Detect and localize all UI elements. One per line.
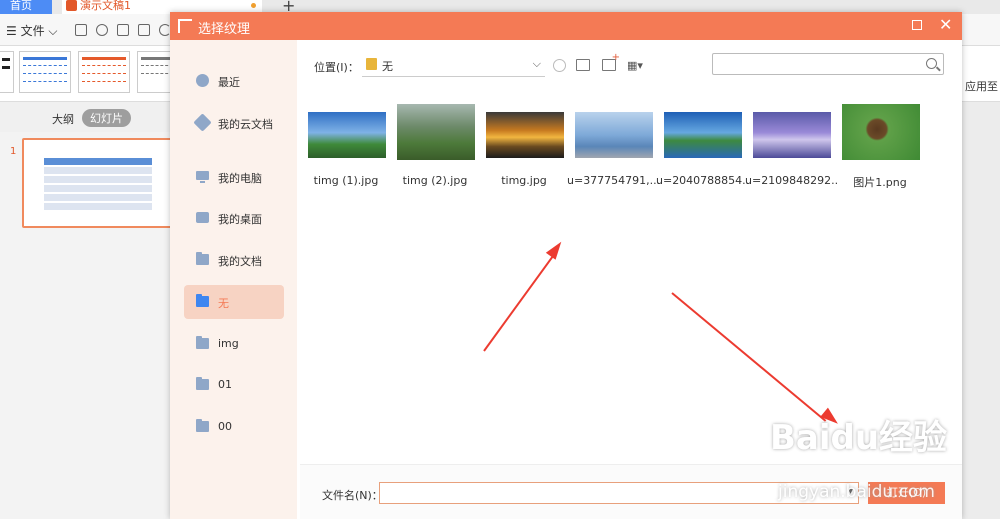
- save-icon[interactable]: [75, 24, 87, 36]
- sidebar-item-desktop[interactable]: 我的桌面: [184, 201, 284, 235]
- unsaved-dot-icon: [251, 3, 256, 8]
- sidebar-item-label: 我的电脑: [218, 172, 262, 185]
- sidebar-item-label: 最近: [218, 76, 240, 89]
- file-menu[interactable]: ☰ 文件 ⌵: [6, 22, 58, 39]
- sidebar-item-my-computer[interactable]: 我的电脑: [184, 160, 284, 194]
- image-thumbnail: [664, 112, 742, 158]
- theme-thumbnail[interactable]: [78, 51, 130, 93]
- chevron-down-icon: ⌵: [532, 57, 541, 70]
- back-icon[interactable]: [553, 59, 566, 72]
- file-name: 图片1.png: [853, 176, 907, 189]
- tab-slides[interactable]: 幻灯片: [82, 109, 131, 127]
- sidebar-item-label: img: [218, 337, 239, 350]
- theme-thumbnail[interactable]: [19, 51, 71, 93]
- print-icon[interactable]: [117, 24, 129, 36]
- sidebar-item-label: 01: [218, 378, 232, 391]
- presentation-logo-icon: [66, 0, 77, 11]
- theme-thumbnail[interactable]: [0, 51, 14, 93]
- image-thumbnail: [575, 112, 653, 158]
- sidebar-item-label: 无: [218, 297, 229, 310]
- file-item[interactable]: timg (2).jpg: [389, 104, 479, 187]
- search-input[interactable]: [712, 53, 944, 75]
- file-name: timg (2).jpg: [402, 174, 468, 187]
- watermark-logo: Baidu经验: [770, 418, 948, 458]
- file-item[interactable]: u=2109848292...: [745, 104, 837, 187]
- computer-icon: [196, 171, 209, 183]
- image-thumbnail: [486, 112, 564, 158]
- folder-icon: [196, 252, 209, 265]
- sidebar-item-label: 我的云文档: [218, 118, 273, 131]
- sidebar-item-00[interactable]: 00: [184, 410, 284, 444]
- dialog-title: 选择纹理: [198, 22, 251, 37]
- sidebar-item-wu[interactable]: 无: [184, 285, 284, 319]
- cloud-icon: [193, 113, 212, 132]
- format-painter-icon[interactable]: [96, 24, 108, 36]
- sidebar-item-01[interactable]: 01: [184, 368, 284, 402]
- maximize-icon[interactable]: [912, 20, 922, 30]
- location-value: 无: [382, 60, 393, 73]
- sidebar-item-img[interactable]: img: [184, 327, 284, 361]
- file-item[interactable]: timg.jpg: [478, 104, 568, 187]
- clock-icon: [196, 74, 209, 87]
- sidebar-item-my-documents[interactable]: 我的文档: [184, 243, 284, 277]
- file-name: timg (1).jpg: [313, 174, 379, 187]
- location-sidebar: 最近 我的云文档 我的电脑 我的桌面 我的文档 无 img 01 00: [170, 40, 297, 519]
- slide-thumbnail[interactable]: [22, 138, 172, 228]
- dialog-title-bar[interactable]: 选择纹理 ✕: [170, 12, 962, 40]
- apply-to-label[interactable]: 应用至: [965, 78, 998, 94]
- folder-icon: [196, 294, 209, 307]
- folder-icon: [196, 377, 209, 390]
- print-preview-icon[interactable]: [138, 24, 150, 36]
- tab-home[interactable]: 首页: [0, 0, 52, 14]
- file-item[interactable]: timg (1).jpg: [300, 104, 390, 187]
- sidebar-item-label: 00: [218, 420, 232, 433]
- folder-icon: [196, 419, 209, 432]
- location-dropdown[interactable]: 无 ⌵: [362, 53, 545, 77]
- app-logo-icon: [178, 19, 192, 33]
- watermark-url: jingyan.baidu.com: [778, 482, 935, 502]
- image-thumbnail: [842, 104, 920, 160]
- close-icon[interactable]: ✕: [939, 15, 952, 34]
- sidebar-item-recent[interactable]: 最近: [184, 64, 284, 98]
- file-name: timg.jpg: [501, 174, 547, 187]
- image-thumbnail: [308, 112, 386, 158]
- location-label: 位置(I)：: [314, 61, 359, 74]
- new-folder-icon[interactable]: [602, 52, 620, 71]
- sidebar-item-cloud-docs[interactable]: 我的云文档: [184, 106, 284, 140]
- file-item[interactable]: u=377754791,...: [567, 104, 659, 187]
- file-menu-label: 文件: [20, 24, 45, 38]
- outline-slide-switcher: 大纲 幻灯片: [0, 102, 172, 132]
- table-preview: [44, 158, 152, 216]
- folder-icon: [196, 336, 209, 349]
- view-mode-icon[interactable]: ▦▾: [627, 59, 647, 72]
- desktop-icon: [196, 212, 209, 223]
- slide-number: 1: [10, 146, 17, 157]
- tab-outline[interactable]: 大纲: [52, 111, 74, 127]
- file-item[interactable]: 图片1.png: [834, 104, 924, 189]
- filename-label: 文件名(N)：: [322, 489, 383, 502]
- image-thumbnail: [397, 104, 475, 160]
- search-icon[interactable]: [926, 58, 937, 69]
- up-folder-icon[interactable]: [576, 59, 590, 71]
- file-name: u=2040788854...: [656, 174, 748, 187]
- sidebar-item-label: 我的文档: [218, 255, 262, 268]
- file-item[interactable]: u=2040788854...: [656, 104, 748, 187]
- folder-icon: [366, 58, 377, 70]
- file-name: u=2109848292...: [745, 174, 837, 187]
- sidebar-item-label: 我的桌面: [218, 213, 262, 226]
- file-name: u=377754791,...: [567, 174, 659, 187]
- image-thumbnail: [753, 112, 831, 158]
- tab-document-label: 演示文稿1: [80, 0, 131, 12]
